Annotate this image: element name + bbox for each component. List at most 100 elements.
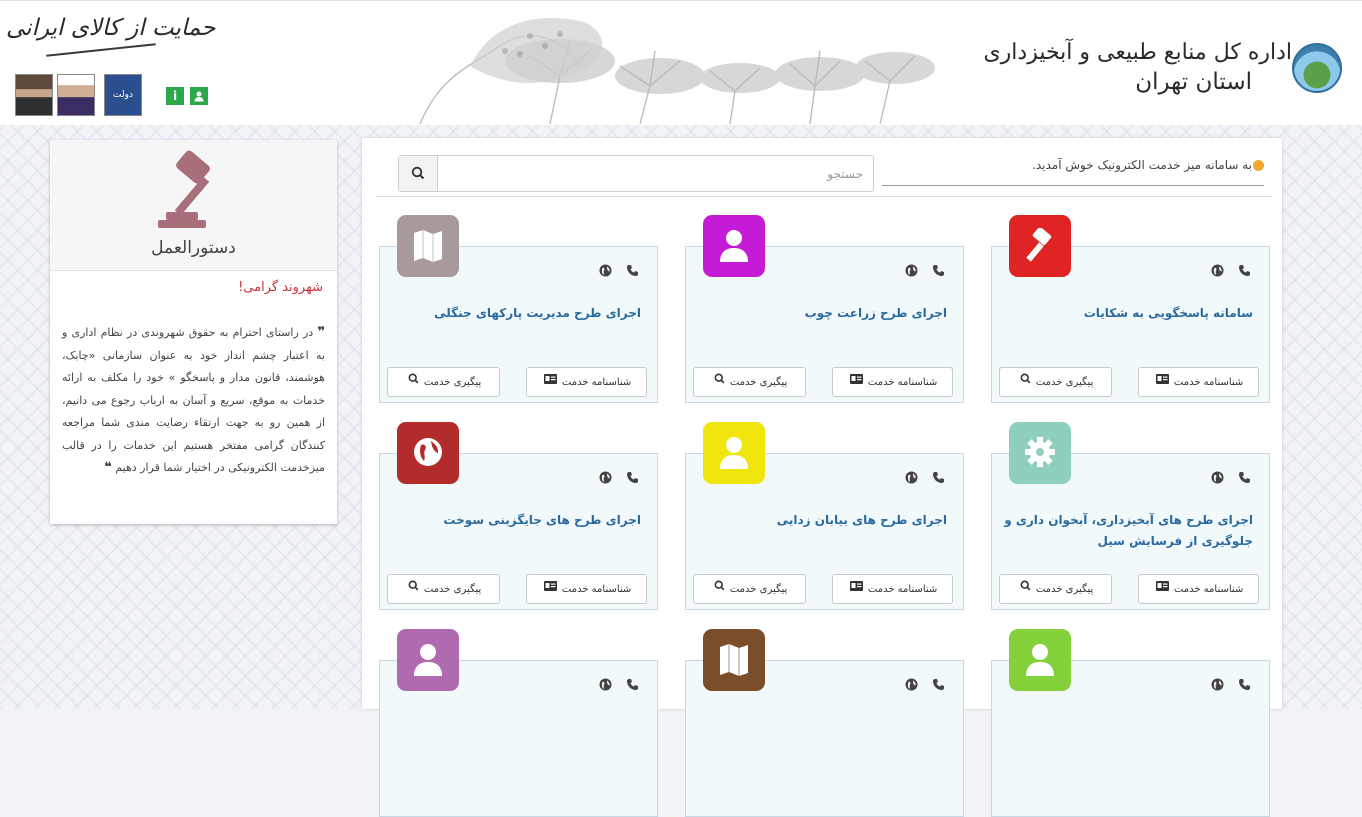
id-card-icon	[1155, 575, 1169, 603]
track-service-label: پیگیری خدمت	[1035, 377, 1094, 388]
info-glyph: i	[172, 89, 178, 103]
services-panel: به سامانه میز خدمت الکترونیک خوش آمدید. …	[362, 138, 1282, 817]
open-quote-icon: ❞	[317, 325, 326, 340]
service-info-label: شناسنامه خدمت	[867, 377, 938, 388]
track-service-button[interactable]: پیگیری خدمت	[387, 574, 500, 604]
phone-icon[interactable]	[932, 262, 945, 281]
phone-icon[interactable]	[932, 469, 945, 488]
id-card-icon	[849, 368, 863, 396]
phone-icon[interactable]	[626, 469, 639, 488]
welcome-text: به سامانه میز خدمت الکترونیک خوش آمدید.	[1032, 158, 1252, 172]
service-info-button[interactable]: شناسنامه خدمت	[832, 574, 953, 604]
track-service-button[interactable]: پیگیری خدمت	[387, 367, 500, 397]
track-service-button[interactable]: پیگیری خدمت	[999, 367, 1112, 397]
service-info-button[interactable]: شناسنامه خدمت	[1138, 367, 1259, 397]
service-icon-tile[interactable]	[703, 422, 765, 484]
service-card[interactable]: شناسنامه خدمت پیگیری خدمت	[379, 629, 658, 817]
government-badge[interactable]: دولت	[104, 74, 142, 116]
service-icon-tile[interactable]	[1009, 422, 1071, 484]
service-title[interactable]: اجرای طرح مدیریت پارکهای جنگلی	[392, 303, 641, 324]
president-portrait[interactable]	[57, 74, 95, 116]
phone-icon[interactable]	[626, 262, 639, 281]
search-input[interactable]	[439, 156, 869, 191]
header-trees-artwork-icon	[419, 18, 935, 124]
phone-icon[interactable]	[1238, 676, 1251, 695]
web-globe-icon[interactable]	[905, 676, 918, 695]
service-card[interactable]: شناسنامه خدمت پیگیری خدمت	[685, 629, 964, 817]
track-service-button[interactable]: پیگیری خدمت	[999, 574, 1112, 604]
id-card-icon	[543, 368, 557, 396]
search-icon	[1020, 368, 1031, 396]
service-title[interactable]: سامانه پاسخگویی به شکایات	[1004, 303, 1253, 324]
search-box	[398, 155, 874, 192]
contact-icons	[1197, 468, 1251, 488]
phone-icon[interactable]	[1238, 262, 1251, 281]
instructions-panel: دستورالعمل شهروند گرامی! ❞ در راستای احت…	[50, 140, 337, 524]
web-globe-icon[interactable]	[1211, 676, 1224, 695]
service-icon-tile[interactable]	[1009, 629, 1071, 691]
service-title[interactable]: اجرای طرح های بیابان زدایی	[698, 510, 947, 531]
service-card[interactable]: شناسنامه خدمت پیگیری خدمت	[991, 629, 1270, 817]
search-button[interactable]	[399, 156, 438, 191]
service-icon-tile[interactable]	[703, 215, 765, 277]
service-icon-tile[interactable]	[1009, 215, 1071, 277]
phone-icon[interactable]	[1238, 469, 1251, 488]
service-card[interactable]: اجرای طرح های آبخیزداری، آبخوان داری و ج…	[991, 422, 1270, 610]
organization-province: استان تهران	[1135, 68, 1252, 95]
service-card[interactable]: اجرای طرح زراعت چوب شناسنامه خدمت پیگیری …	[685, 215, 964, 403]
track-service-label: پیگیری خدمت	[423, 584, 482, 595]
track-service-button[interactable]: پیگیری خدمت	[693, 367, 806, 397]
support-iranian-goods-logo[interactable]: حمایت از کالای ایرانی	[6, 15, 215, 57]
user-square-icon[interactable]	[190, 87, 208, 105]
contact-icons	[891, 468, 945, 488]
web-globe-icon[interactable]	[599, 469, 612, 488]
instructions-body: ❞ در راستای احترام به حقوق شهروندی در نظ…	[62, 322, 325, 480]
web-globe-icon[interactable]	[599, 262, 612, 281]
service-card[interactable]: اجرای طرح های جایگزینی سوخت شناسنامه خدمت…	[379, 422, 658, 610]
search-icon	[714, 368, 725, 396]
service-info-label: شناسنامه خدمت	[1173, 377, 1244, 388]
service-info-button[interactable]: شناسنامه خدمت	[1138, 574, 1259, 604]
phone-icon[interactable]	[626, 676, 639, 695]
service-icon-tile[interactable]	[703, 629, 765, 691]
track-service-label: پیگیری خدمت	[1035, 584, 1094, 595]
web-globe-icon[interactable]	[1211, 262, 1224, 281]
service-card[interactable]: اجرای طرح مدیریت پارکهای جنگلی شناسنامه خ…	[379, 215, 658, 403]
instructions-title: دستورالعمل	[151, 238, 236, 258]
id-card-icon	[849, 575, 863, 603]
toolbar-divider	[376, 196, 1272, 197]
service-title[interactable]: اجرای طرح های جایگزینی سوخت	[392, 510, 641, 531]
service-card[interactable]: اجرای طرح های بیابان زدایی شناسنامه خدمت …	[685, 422, 964, 610]
web-globe-icon[interactable]	[1211, 469, 1224, 488]
service-info-button[interactable]: شناسنامه خدمت	[526, 574, 647, 604]
service-icon-tile[interactable]	[397, 629, 459, 691]
service-info-label: شناسنامه خدمت	[561, 377, 632, 388]
government-badge-text: دولت	[113, 90, 133, 100]
contact-icons	[585, 468, 639, 488]
service-title[interactable]: اجرای طرح های آبخیزداری، آبخوان داری و ج…	[1004, 510, 1253, 552]
greeting-text: شهروند گرامی!	[238, 280, 323, 295]
welcome-divider	[882, 185, 1264, 186]
search-icon	[1020, 575, 1031, 603]
slogan-underline	[46, 43, 156, 57]
service-info-button[interactable]: شناسنامه خدمت	[832, 367, 953, 397]
service-card[interactable]: سامانه پاسخگویی به شکایات شناسنامه خدمت پ…	[991, 215, 1270, 403]
info-square-icon[interactable]: i	[166, 87, 184, 105]
service-icon-tile[interactable]	[397, 215, 459, 277]
service-info-label: شناسنامه خدمت	[561, 584, 632, 595]
id-card-icon	[1155, 368, 1169, 396]
web-globe-icon[interactable]	[905, 469, 918, 488]
web-globe-icon[interactable]	[905, 262, 918, 281]
service-title[interactable]: اجرای طرح زراعت چوب	[698, 303, 947, 324]
track-service-button[interactable]: پیگیری خدمت	[693, 574, 806, 604]
leader-portrait[interactable]	[15, 74, 53, 116]
service-info-button[interactable]: شناسنامه خدمت	[526, 367, 647, 397]
id-card-icon	[543, 575, 557, 603]
web-globe-icon[interactable]	[599, 676, 612, 695]
contact-icons	[585, 675, 639, 695]
site-header: اداره کل منابع طبیعی و آبخیزداری استان ت…	[0, 0, 1362, 125]
track-service-label: پیگیری خدمت	[423, 377, 482, 388]
organization-title[interactable]: اداره کل منابع طبیعی و آبخیزداری استان ت…	[983, 39, 1292, 97]
service-icon-tile[interactable]	[397, 422, 459, 484]
phone-icon[interactable]	[932, 676, 945, 695]
